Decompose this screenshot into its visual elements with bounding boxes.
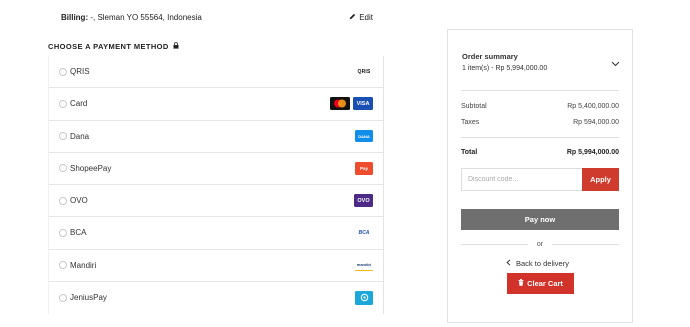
payment-method-list: QRIS QRIS Card VISA Dana DANA ShopeePay … — [48, 56, 384, 314]
billing-label: Billing: — [61, 12, 89, 22]
total-value: Rp 5,994,000.00 — [566, 149, 619, 156]
payment-option-label: Card — [70, 99, 88, 109]
subtotal-value: Rp 5,400,000.00 — [567, 103, 619, 110]
order-summary-header[interactable]: Order summary 1 item(s) - Rp 5,994,000.0… — [462, 52, 622, 72]
edit-billing-link[interactable]: Edit — [349, 13, 373, 22]
trash-icon — [518, 279, 524, 288]
chevron-down-icon[interactable] — [611, 60, 620, 69]
total-row: Total Rp 5,994,000.00 — [461, 149, 619, 156]
billing-address: Billing: -, Sleman YO 55564, Indonesia — [61, 13, 202, 22]
payment-option-label: Dana — [70, 131, 90, 141]
payment-option-mandiri[interactable]: Mandiri mandiri — [49, 250, 383, 282]
shopeepay-logo: Pay — [355, 161, 373, 175]
payment-option-label: BCA — [70, 228, 87, 238]
clear-cart-label: Clear Cart — [527, 279, 563, 288]
or-divider: or — [461, 239, 620, 249]
payment-option-label: OVO — [70, 196, 88, 206]
payment-option-qris[interactable]: QRIS QRIS — [49, 56, 383, 89]
billing-address-text: -, Sleman YO 55564, Indonesia — [88, 12, 202, 22]
payment-option-dana[interactable]: Dana DANA — [49, 121, 383, 153]
dana-logo: DANA — [355, 130, 373, 143]
payment-option-bca[interactable]: BCA BCA — [49, 217, 383, 250]
radio-button[interactable] — [59, 261, 67, 270]
order-summary-title: Order summary — [462, 52, 518, 61]
visa-logo: VISA — [353, 97, 373, 111]
radio-button[interactable] — [59, 67, 67, 76]
jenius-logo — [355, 290, 373, 305]
payment-method-title: CHOOSE A PAYMENT METHOD — [48, 42, 179, 51]
radio-button[interactable] — [59, 99, 67, 108]
payment-option-label: JeniusPay — [70, 293, 107, 303]
qris-logo: QRIS — [357, 68, 371, 75]
discount-code-input[interactable] — [461, 168, 582, 191]
billing-row: Billing: -, Sleman YO 55564, Indonesia E… — [61, 11, 373, 23]
subtotal-label: Subtotal — [461, 103, 487, 110]
lock-icon — [173, 42, 179, 51]
discount-form: Apply — [461, 168, 619, 191]
payment-option-jeniuspay[interactable]: JeniusPay — [49, 282, 383, 314]
taxes-label: Taxes — [461, 119, 480, 126]
order-items-count: 1 item(s) - Rp 5,994,000.00 — [462, 65, 548, 72]
mandiri-logo: mandiri — [355, 259, 373, 272]
payment-option-card[interactable]: Card VISA — [49, 88, 383, 121]
payment-option-ovo[interactable]: OVO OVO — [49, 185, 383, 218]
back-to-delivery-label: Back to delivery — [516, 259, 569, 268]
radio-button[interactable] — [59, 164, 67, 173]
taxes-value: Rp 594,000.00 — [573, 119, 619, 126]
apply-discount-button[interactable]: Apply — [582, 168, 619, 191]
pencil-icon — [349, 13, 356, 22]
radio-button[interactable] — [59, 196, 67, 205]
subtotal-row: Subtotal Rp 5,400,000.00 — [461, 103, 619, 110]
radio-button[interactable] — [59, 228, 67, 237]
edit-label: Edit — [359, 12, 373, 22]
divider-line — [461, 243, 528, 245]
payment-method-title-text: CHOOSE A PAYMENT METHOD — [48, 42, 169, 51]
divider-line — [552, 243, 620, 245]
clear-cart-button[interactable]: Clear Cart — [507, 273, 574, 294]
ovo-logo: OVO — [354, 194, 373, 208]
divider — [461, 90, 619, 91]
payment-option-label: Mandiri — [70, 260, 97, 270]
payment-option-shopeepay[interactable]: ShopeePay Pay — [49, 153, 383, 185]
radio-button[interactable] — [59, 132, 67, 141]
taxes-row: Taxes Rp 594,000.00 — [461, 119, 619, 126]
payment-option-label: QRIS — [70, 67, 90, 77]
back-to-delivery-link[interactable]: Back to delivery — [506, 259, 569, 268]
radio-button[interactable] — [59, 293, 67, 302]
total-label: Total — [461, 149, 478, 156]
order-summary-panel: Order summary 1 item(s) - Rp 5,994,000.0… — [447, 29, 633, 323]
bca-logo: BCA — [358, 229, 370, 236]
payment-option-label: ShopeePay — [70, 163, 112, 173]
divider — [461, 137, 619, 138]
mastercard-logo — [330, 97, 350, 111]
or-label: or — [536, 240, 544, 248]
chevron-left-icon — [506, 259, 511, 268]
pay-now-button[interactable]: Pay now — [461, 209, 619, 230]
